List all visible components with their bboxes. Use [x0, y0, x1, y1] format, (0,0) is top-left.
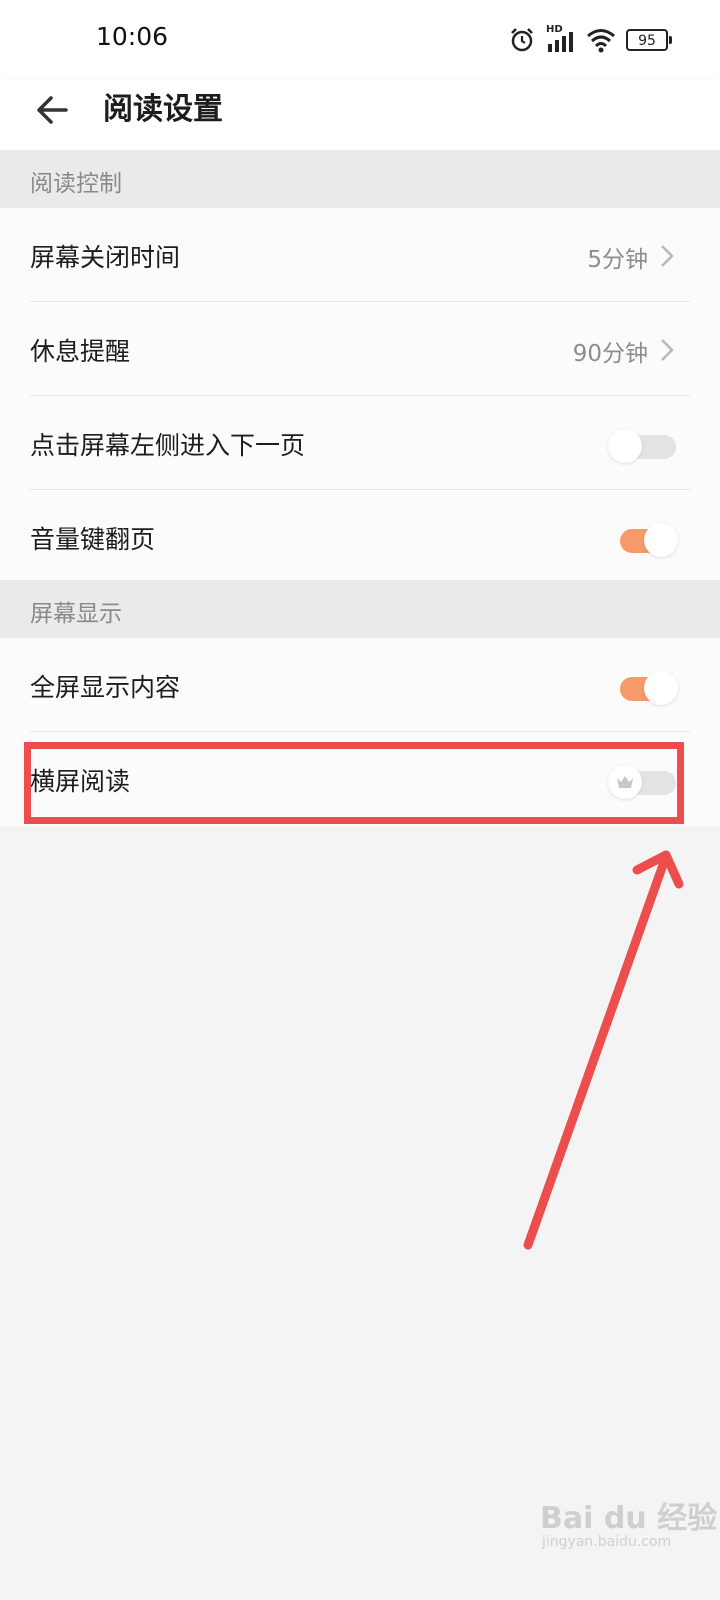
annotation-arrow [523, 850, 684, 1250]
watermark-url: jingyan.baidu.com [542, 1534, 672, 1550]
watermark-logo: Bai du 经验 [540, 1501, 718, 1536]
